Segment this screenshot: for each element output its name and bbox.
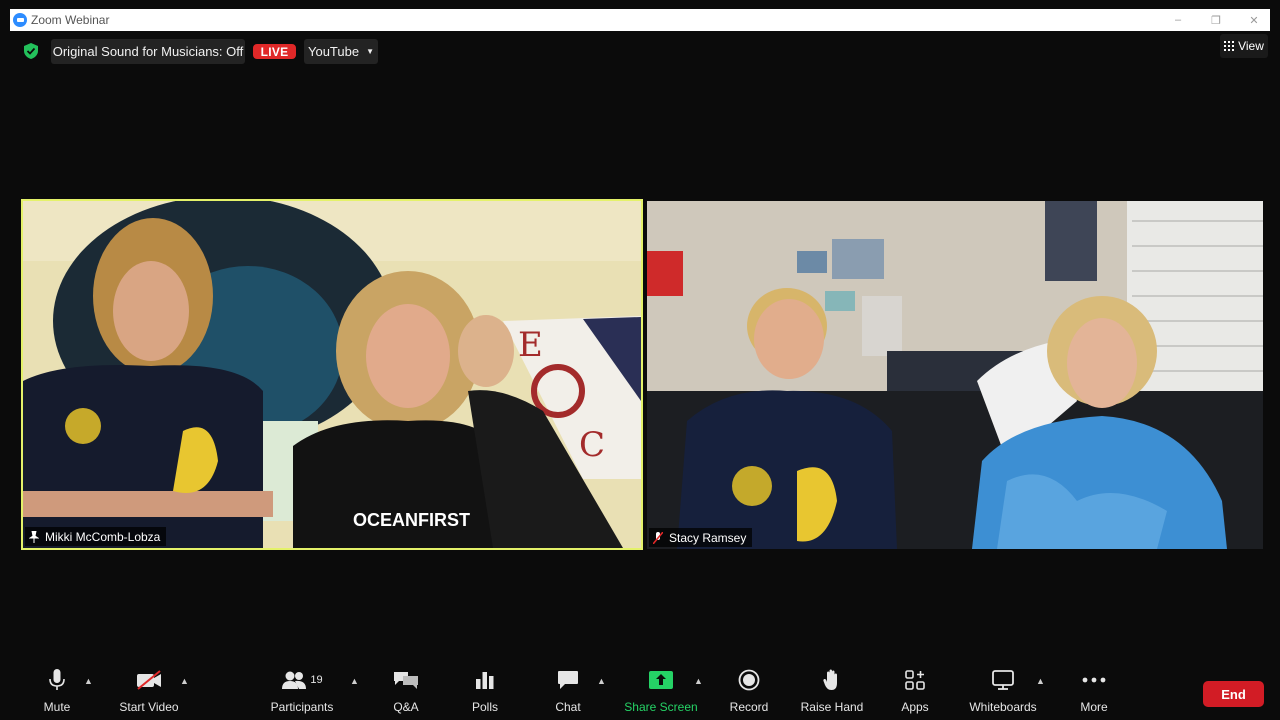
more-label: More [1080, 700, 1108, 714]
participants-options-caret-icon[interactable]: ▲ [350, 676, 359, 686]
apps-label: Apps [901, 700, 929, 714]
live-badge: LIVE [253, 44, 296, 59]
share-screen-button[interactable]: Share Screen [624, 664, 698, 720]
livestream-target-label: YouTube [307, 44, 360, 59]
polls-chart-icon [476, 672, 494, 689]
chat-button[interactable]: Chat [551, 664, 585, 720]
original-sound-toggle[interactable]: Original Sound for Musicians: Off [51, 39, 245, 64]
share-options-caret-icon[interactable]: ▲ [694, 676, 703, 686]
caret-down-icon: ▼ [366, 47, 374, 56]
participant-name-tag: Stacy Ramsey [649, 528, 753, 547]
raise-hand-icon [823, 669, 837, 690]
svg-text:OCEANFIRST: OCEANFIRST [353, 510, 470, 530]
participant-name: Stacy Ramsey [669, 530, 747, 545]
view-button[interactable]: View [1220, 34, 1268, 58]
svg-text:E: E [518, 325, 543, 365]
minimize-button[interactable]: – [1172, 14, 1184, 26]
zoom-logo-icon [13, 13, 27, 27]
mute-button[interactable]: Mute [37, 664, 77, 720]
muted-mic-icon [653, 531, 663, 544]
participant-name: Mikki McComb-Lobza [45, 529, 161, 544]
encryption-shield-icon[interactable] [24, 43, 38, 59]
chat-bubble-icon [558, 671, 578, 689]
end-button[interactable]: End [1203, 681, 1264, 707]
video-options-caret-icon[interactable]: ▲ [180, 676, 189, 686]
raise-hand-button[interactable]: Raise Hand [800, 664, 864, 720]
participant-video: E C OCEANFIRST [23, 201, 641, 548]
share-screen-label: Share Screen [624, 700, 698, 714]
polls-label: Polls [471, 700, 498, 714]
record-icon [738, 669, 760, 691]
whiteboards-label: Whiteboards [969, 700, 1037, 714]
qa-bubbles-icon [394, 672, 418, 689]
meeting-topbar: Original Sound for Musicians: Off LIVE Y… [0, 38, 1280, 66]
video-tile-active-speaker[interactable]: E C OCEANFIRST Mikki McComb-Lobza [21, 199, 643, 550]
microphone-icon [49, 669, 65, 690]
mute-options-caret-icon[interactable]: ▲ [84, 676, 93, 686]
participant-video [647, 201, 1263, 549]
more-button[interactable]: More [1076, 664, 1112, 720]
chat-options-caret-icon[interactable]: ▲ [597, 676, 606, 686]
meeting-toolbar: Mute ▲ Start Video ▲ 19 Participants ▲ Q… [0, 664, 1280, 720]
window-titlebar: Zoom Webinar – ❐ ✕ [10, 9, 1270, 31]
grid-view-icon [1224, 41, 1235, 51]
apps-button[interactable]: Apps [898, 664, 932, 720]
participants-icon [282, 671, 307, 689]
restore-button[interactable]: ❐ [1210, 14, 1222, 27]
start-video-label: Start Video [119, 700, 179, 714]
whiteboards-options-caret-icon[interactable]: ▲ [1036, 676, 1045, 686]
window-title: Zoom Webinar [31, 13, 110, 27]
raise-hand-label: Raise Hand [800, 700, 864, 714]
participants-button[interactable]: 19 Participants [268, 664, 336, 720]
participants-label: Participants [270, 700, 334, 714]
apps-icon [905, 670, 925, 690]
mute-label: Mute [43, 700, 71, 714]
video-tile[interactable]: Stacy Ramsey [647, 201, 1263, 549]
polls-button[interactable]: Polls [468, 664, 502, 720]
record-label: Record [729, 700, 769, 714]
qa-label: Q&A [393, 700, 419, 714]
participant-name-tag: Mikki McComb-Lobza [25, 527, 167, 546]
share-screen-icon [649, 671, 673, 689]
view-label: View [1238, 39, 1264, 53]
more-dots-icon [1082, 677, 1106, 683]
qa-button[interactable]: Q&A [389, 664, 423, 720]
whiteboard-icon [992, 670, 1014, 690]
close-button[interactable]: ✕ [1248, 14, 1260, 27]
participant-count: 19 [310, 674, 323, 686]
svg-text:C: C [579, 425, 605, 465]
start-video-button[interactable]: Start Video [113, 664, 185, 720]
pin-icon [29, 530, 39, 543]
video-off-icon [137, 670, 161, 690]
whiteboards-button[interactable]: Whiteboards [966, 664, 1040, 720]
record-button[interactable]: Record [728, 664, 770, 720]
chat-label: Chat [555, 700, 581, 714]
livestream-target-dropdown[interactable]: YouTube ▼ [304, 39, 378, 64]
